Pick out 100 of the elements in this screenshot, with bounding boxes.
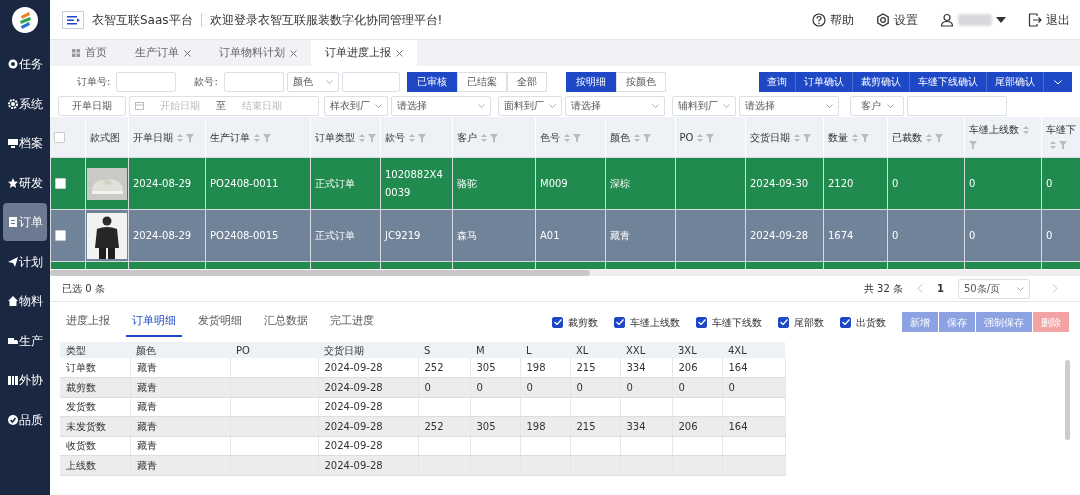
sidebar-item[interactable]: 档案	[3, 124, 47, 162]
sort-icon[interactable]	[851, 133, 858, 142]
sort-icon[interactable]	[176, 133, 183, 142]
help-icon[interactable]	[812, 12, 826, 27]
sort-icon[interactable]	[563, 133, 570, 142]
sidebar-item[interactable]: 研发	[3, 163, 47, 202]
select-field[interactable]: 请选择	[739, 95, 839, 116]
sort-icon[interactable]	[793, 133, 800, 142]
dropdown-field[interactable]: 面料到厂	[498, 95, 562, 116]
select-field[interactable]: 请选择	[391, 95, 491, 116]
logout-icon[interactable]	[1028, 12, 1042, 27]
select-field[interactable]: 请选择	[565, 95, 665, 116]
table-cell: 0	[892, 177, 899, 189]
input-field[interactable]	[223, 71, 284, 92]
filter-icon[interactable]	[489, 133, 498, 142]
dropdown-field[interactable]: 样衣到厂	[324, 95, 388, 116]
menu-icon[interactable]	[62, 10, 84, 29]
close-icon[interactable]	[184, 49, 191, 57]
sort-icon[interactable]	[1049, 141, 1056, 149]
detail-tab[interactable]: 完工进度	[324, 307, 380, 337]
action-button[interactable]: 尾部确认	[987, 71, 1044, 92]
column-header: 类型	[66, 344, 86, 356]
sidebar-item[interactable]: 任务	[3, 45, 47, 83]
page-size-select[interactable]: 50条/页	[958, 278, 1030, 299]
filter-icon[interactable]	[572, 133, 581, 142]
sort-icon[interactable]	[253, 133, 260, 142]
input-field[interactable]	[116, 71, 177, 92]
chevron-right-icon[interactable]	[1052, 284, 1058, 293]
table-cell: 0	[626, 381, 633, 393]
filter-toggle[interactable]: 按颜色	[615, 71, 666, 92]
checkbox[interactable]	[614, 316, 625, 328]
filter-icon[interactable]	[802, 133, 811, 142]
filter-icon[interactable]	[642, 133, 651, 142]
column-header: S	[424, 344, 431, 356]
sort-icon[interactable]	[358, 133, 365, 142]
user-icon[interactable]	[940, 12, 954, 27]
close-icon[interactable]	[396, 49, 403, 57]
filter-icon[interactable]	[968, 141, 977, 149]
page-tab[interactable]: 订单物料计划	[219, 45, 285, 61]
filter-toggle[interactable]: 已结案	[456, 71, 507, 92]
header-link[interactable]: 帮助	[830, 10, 854, 29]
action-button[interactable]: 订单确认	[796, 71, 853, 92]
page-tab[interactable]: 生产订单	[135, 45, 179, 61]
filter-icon[interactable]	[185, 133, 194, 142]
table-row[interactable]: 2024-08-29 PO2408-0015 正式订单 JC9219 森马 A01 藏青 2024-09-28 1674 0 0 0	[50, 209, 1080, 262]
filter-icon[interactable]	[706, 133, 715, 142]
sort-icon[interactable]	[925, 133, 932, 142]
filter-icon[interactable]	[934, 133, 943, 142]
sort-icon[interactable]	[697, 133, 704, 142]
table-cell: 2120	[828, 177, 854, 189]
dropdown-field[interactable]: 颜色	[286, 71, 339, 92]
header-link[interactable]: 设置	[894, 10, 918, 29]
input-field[interactable]	[907, 95, 1007, 116]
header-link[interactable]: 退出	[1046, 10, 1070, 29]
checkbox[interactable]	[552, 316, 563, 328]
action-button[interactable]: 裁剪确认	[853, 71, 910, 92]
sidebar-item[interactable]: 订单	[3, 203, 47, 241]
sort-icon[interactable]	[480, 133, 487, 142]
detail-tab[interactable]: 汇总数据	[258, 307, 314, 337]
filter-toggle[interactable]: 按明细	[565, 71, 616, 92]
filter-toggle[interactable]: 全部	[506, 71, 547, 92]
sort-icon[interactable]	[633, 133, 640, 142]
action-button[interactable]: 车缝下线确认	[910, 71, 987, 92]
filter-icon[interactable]	[1058, 141, 1067, 149]
detail-tab[interactable]: 进度上报	[60, 307, 116, 337]
settings-icon[interactable]	[876, 12, 890, 27]
input-field[interactable]	[341, 71, 400, 92]
filter-icon[interactable]	[860, 133, 869, 142]
dropdown-button[interactable]	[1044, 71, 1072, 92]
close-icon[interactable]	[290, 49, 297, 57]
sidebar-item[interactable]: 物料	[3, 282, 47, 320]
filter-icon[interactable]	[262, 133, 271, 142]
chevron-down-icon	[375, 103, 382, 108]
detail-tab[interactable]: 发货明细	[192, 307, 248, 337]
column-header: 交货日期	[749, 131, 790, 143]
sidebar-item[interactable]: 外协	[3, 361, 47, 399]
scrollbar[interactable]	[50, 270, 590, 276]
checkbox[interactable]	[696, 316, 707, 328]
detail-tab[interactable]: 订单明细	[126, 307, 182, 337]
page-number[interactable]: 1	[937, 281, 944, 296]
dropdown-field[interactable]: 辅料到厂	[672, 95, 736, 116]
scrollbar[interactable]	[1065, 360, 1070, 440]
checkbox[interactable]	[840, 316, 851, 328]
page-tab[interactable]: 首页	[85, 45, 107, 61]
sidebar-item[interactable]: 系统	[3, 84, 47, 123]
table-row[interactable]: 2024-08-29 PO2408-0011 正式订单 1020882X40039 骆驼 M009 深棕 2024-09-30 2120 0 0 0	[50, 157, 1080, 210]
checkbox[interactable]	[778, 316, 789, 328]
sort-icon[interactable]	[1022, 126, 1029, 134]
sort-icon[interactable]	[408, 133, 415, 142]
sidebar-item[interactable]: 生产	[3, 321, 47, 360]
filter-toggle[interactable]: 已审核	[406, 71, 457, 92]
dropdown-field[interactable]: 客户	[850, 95, 904, 116]
caret-icon[interactable]	[996, 16, 1006, 23]
chevron-left-icon[interactable]	[917, 284, 924, 293]
action-button[interactable]: 查询	[759, 71, 796, 92]
filter-icon[interactable]	[417, 133, 426, 142]
sidebar-item[interactable]: 计划	[3, 242, 47, 281]
calendar-icon	[135, 101, 144, 110]
sidebar-item[interactable]: 品质	[3, 400, 47, 439]
filter-icon[interactable]	[367, 133, 376, 142]
